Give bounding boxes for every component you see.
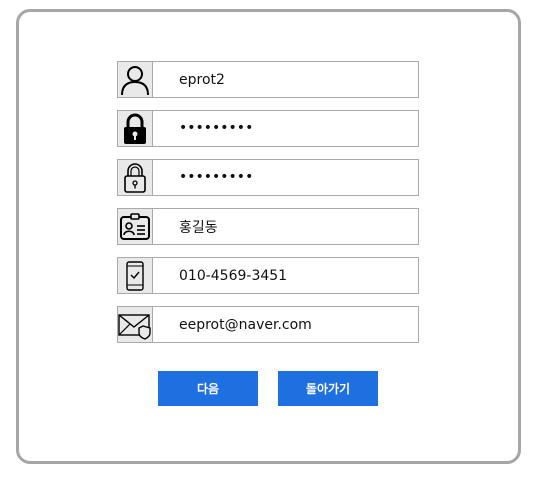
mail-shield-icon xyxy=(117,306,153,343)
username-row xyxy=(117,61,419,98)
next-button[interactable]: 다음 xyxy=(158,371,258,406)
phone-row xyxy=(117,257,419,294)
lock-icon xyxy=(117,110,153,147)
password-row: ••••••••• xyxy=(117,110,419,147)
signup-form: ••••••••• ••••••••• xyxy=(117,61,419,355)
action-buttons: 다음 돌아가기 xyxy=(158,371,378,406)
email-row xyxy=(117,306,419,343)
id-card-icon xyxy=(117,208,153,245)
user-icon xyxy=(117,61,153,98)
phone-check-icon xyxy=(117,257,153,294)
password-confirm-input[interactable]: ••••••••• xyxy=(153,159,419,196)
email-input[interactable] xyxy=(153,306,419,343)
back-button[interactable]: 돌아가기 xyxy=(278,371,378,406)
password-confirm-row: ••••••••• xyxy=(117,159,419,196)
phone-input[interactable] xyxy=(153,257,419,294)
username-input[interactable] xyxy=(153,61,419,98)
lock-outline-icon xyxy=(117,159,153,196)
password-input[interactable]: ••••••••• xyxy=(153,110,419,147)
name-input[interactable] xyxy=(153,208,419,245)
name-row xyxy=(117,208,419,245)
